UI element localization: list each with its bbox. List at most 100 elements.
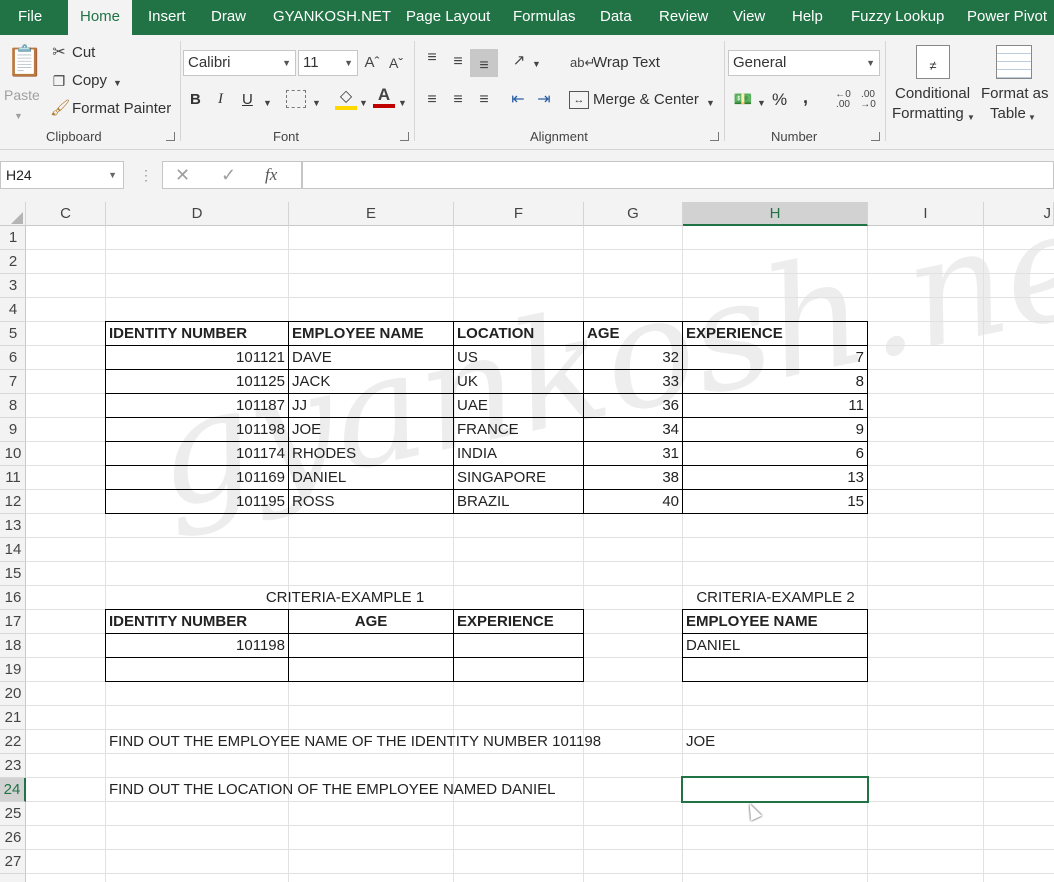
row-header[interactable]: 19 [0,658,26,682]
column-header-e[interactable]: E [289,202,454,226]
font-name-select[interactable]: Calibri ▼ [183,50,296,76]
font-size-select[interactable]: 11 ▼ [298,50,358,76]
number-launcher-icon[interactable] [871,132,880,141]
table-header-cell[interactable]: EXPERIENCE [682,321,868,346]
criteria-2-header-cell[interactable]: EMPLOYEE NAME [682,609,868,634]
paste-icon[interactable]: 📋 [6,43,43,81]
criteria-2-empty-cell[interactable] [682,657,868,682]
table-cell[interactable]: 40 [583,489,683,514]
table-cell[interactable]: BRAZIL [453,489,584,514]
table-cell[interactable]: 7 [682,345,868,370]
table-cell[interactable]: 15 [682,489,868,514]
orientation-icon[interactable]: ↗ [508,52,530,70]
column-header-c[interactable]: C [26,202,106,226]
row-header[interactable]: 26 [0,826,26,850]
criteria-1-header-cell[interactable]: AGE [288,609,454,634]
merge-center-button[interactable]: Merge & Center [593,91,699,108]
cancel-icon[interactable]: ✕ [175,166,190,184]
italic-button[interactable]: I [218,91,223,108]
tab-page-layout[interactable]: Page Layout [406,0,490,35]
tab-data[interactable]: Data [600,0,632,35]
column-header-h[interactable]: H [683,202,868,226]
format-as-table-label-1[interactable]: Format as [981,85,1049,102]
row-header[interactable]: 5 [0,322,26,346]
tab-formulas[interactable]: Formulas [513,0,576,35]
row-header[interactable]: 20 [0,682,26,706]
accounting-icon[interactable]: 💵 [732,91,754,109]
table-cell[interactable]: 38 [583,465,683,490]
table-cell[interactable]: RHODES [288,441,454,466]
table-cell[interactable]: SINGAPORE [453,465,584,490]
name-box[interactable]: H24 ▼ [0,161,124,189]
table-cell[interactable]: DANIEL [288,465,454,490]
font-launcher-icon[interactable] [400,132,409,141]
table-cell[interactable]: 101174 [105,441,289,466]
criteria-1-empty-cell[interactable] [288,657,454,682]
format-as-table-dropdown-icon[interactable]: ▼ [1028,109,1036,127]
number-format-select[interactable]: General ▼ [728,50,880,76]
tab-home[interactable]: Home [68,0,133,35]
criteria-1-title[interactable]: CRITERIA-EXAMPLE 1 [106,586,584,610]
table-cell[interactable]: UK [453,369,584,394]
decrease-indent-icon[interactable]: ⇤ [508,91,528,109]
row-header[interactable]: 23 [0,754,26,778]
align-middle-icon[interactable]: ≡ [448,53,468,71]
clipboard-launcher-icon[interactable] [166,132,175,141]
worksheet-grid[interactable]: gyankosh.net IDENTITY NUMBER EMPLOYEE NAME… [26,226,1054,882]
fill-color-dropdown-icon[interactable]: ▼ [359,94,368,112]
align-left-icon[interactable]: ≡ [422,91,442,109]
table-cell[interactable]: 11 [682,393,868,418]
percent-button[interactable]: % [772,90,787,110]
paste-button[interactable]: Paste [4,87,40,103]
row-header[interactable]: 4 [0,298,26,322]
format-as-table-label-2[interactable]: Table [990,105,1026,122]
paste-dropdown-icon[interactable]: ▼ [14,107,23,125]
table-cell[interactable]: 32 [583,345,683,370]
table-cell[interactable]: 101195 [105,489,289,514]
row-header[interactable]: 18 [0,634,26,658]
question-1[interactable]: FIND OUT THE EMPLOYEE NAME OF THE IDENTI… [106,730,601,754]
align-right-icon[interactable]: ≡ [474,91,494,109]
table-cell[interactable]: 101169 [105,465,289,490]
row-header[interactable]: 14 [0,538,26,562]
table-cell[interactable]: 31 [583,441,683,466]
increase-indent-icon[interactable]: ⇥ [534,91,554,109]
wrap-text-button[interactable]: Wrap Text [593,54,660,71]
row-header[interactable]: 27 [0,850,26,874]
table-cell[interactable]: DAVE [288,345,454,370]
conditional-formatting-label-2[interactable]: Formatting [892,105,964,122]
borders-dropdown-icon[interactable]: ▼ [312,94,321,112]
row-header[interactable]: 17 [0,610,26,634]
criteria-1-value-cell[interactable] [453,633,584,658]
bold-button[interactable]: B [190,91,201,108]
row-header[interactable]: 16 [0,586,26,610]
fill-color-icon[interactable]: ◇ [335,88,357,110]
criteria-2-title[interactable]: CRITERIA-EXAMPLE 2 [683,586,868,610]
tab-file[interactable]: File [18,0,42,35]
row-header[interactable]: 25 [0,802,26,826]
column-header-d[interactable]: D [106,202,289,226]
table-cell[interactable]: JOE [288,417,454,442]
conditional-formatting-label-1[interactable]: Conditional [895,85,970,102]
criteria-1-empty-cell[interactable] [105,657,289,682]
decrease-decimal-icon[interactable]: .00 →0 [858,90,878,110]
accounting-dropdown-icon[interactable]: ▼ [757,94,766,112]
tab-review[interactable]: Review [659,0,708,35]
table-cell[interactable]: US [453,345,584,370]
increase-font-icon[interactable]: Aˆ [364,54,380,72]
increase-decimal-icon[interactable]: ←0.00 [833,90,853,110]
row-header[interactable]: 3 [0,274,26,298]
question-2[interactable]: FIND OUT THE LOCATION OF THE EMPLOYEE NA… [106,778,555,802]
table-cell[interactable]: ROSS [288,489,454,514]
table-header-cell[interactable]: AGE [583,321,683,346]
selected-cell-h24[interactable] [681,776,869,803]
row-header[interactable]: 10 [0,442,26,466]
row-header[interactable]: 13 [0,514,26,538]
copy-dropdown-icon[interactable]: ▼ [113,74,122,92]
table-cell[interactable]: 33 [583,369,683,394]
table-cell[interactable]: 9 [682,417,868,442]
row-header[interactable]: 2 [0,250,26,274]
criteria-1-value-cell[interactable] [288,633,454,658]
criteria-1-header-cell[interactable]: IDENTITY NUMBER [105,609,289,634]
align-bottom-icon[interactable]: ≡ [470,49,498,77]
